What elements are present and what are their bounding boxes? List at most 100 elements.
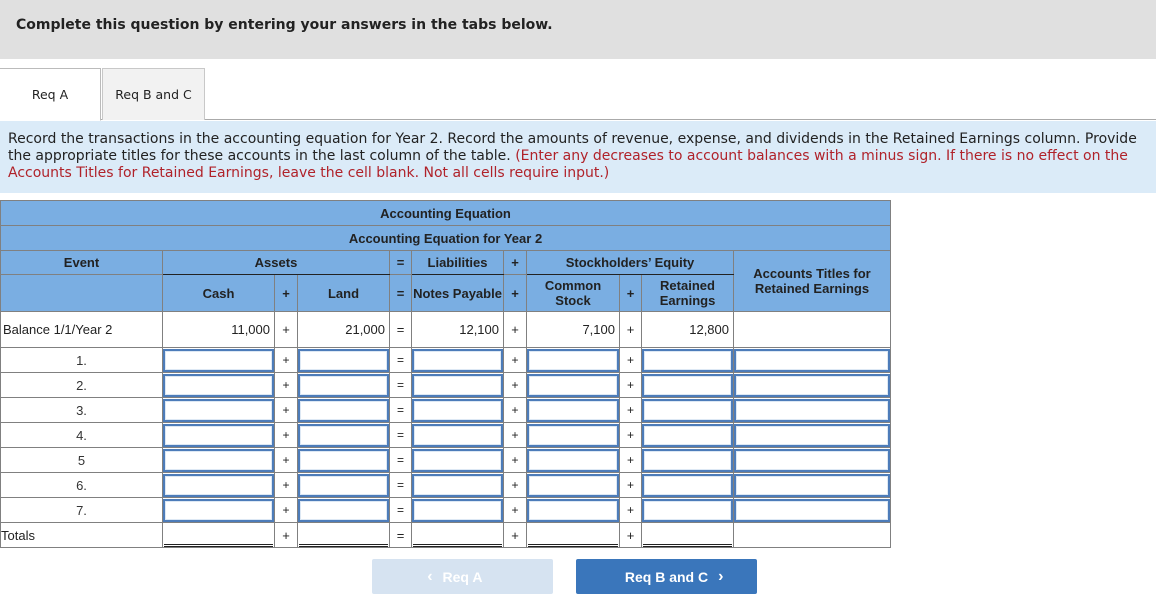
land-input[interactable] (298, 373, 389, 397)
account-title-input[interactable] (734, 373, 890, 397)
land-cell (297, 347, 390, 373)
retained-earnings-input[interactable] (642, 498, 733, 522)
account-title-input[interactable] (734, 473, 890, 497)
header-retained-earnings: Retained Earnings (641, 274, 734, 312)
account-title-cell (733, 472, 891, 498)
tab-req-b-and-c[interactable]: Req B and C (102, 68, 205, 120)
notes-payable-input[interactable] (412, 348, 503, 372)
notes-payable-cell (411, 372, 504, 398)
common-stock-input[interactable] (527, 373, 619, 397)
header-assets: Assets (162, 250, 390, 275)
plus-sign: + (503, 497, 527, 523)
account-title-input[interactable] (734, 498, 890, 522)
cash-cell (162, 372, 275, 398)
notes-payable-input[interactable] (412, 473, 503, 497)
retained-earnings-cell (641, 347, 734, 373)
common-stock-cell (526, 347, 620, 373)
cash-input[interactable] (163, 498, 274, 522)
cash-input[interactable] (163, 373, 274, 397)
event-row: 2. + = + + (0, 372, 891, 398)
plus-sign: + (619, 472, 642, 498)
chevron-left-icon: ‹ (427, 567, 433, 585)
notes-payable-input[interactable] (412, 373, 503, 397)
next-req-b-and-c-button[interactable]: › Req B and C › (576, 559, 757, 594)
prev-req-a-button[interactable]: ‹ Req A ‹ (372, 559, 553, 594)
tab-bar: Req A Req B and C (0, 68, 1156, 121)
notes-payable-input[interactable] (412, 448, 503, 472)
land-input[interactable] (298, 423, 389, 447)
plus-sign: + (619, 397, 642, 423)
common-stock-input[interactable] (527, 398, 619, 422)
totals-titles-blank (733, 522, 891, 548)
plus-sign: + (619, 347, 642, 373)
common-stock-input[interactable] (527, 473, 619, 497)
event-row: 1. + = + + (0, 347, 891, 373)
cash-cell (162, 347, 275, 373)
land-input[interactable] (298, 398, 389, 422)
cash-input[interactable] (163, 448, 274, 472)
retained-earnings-cell (641, 497, 734, 523)
account-title-input[interactable] (734, 348, 890, 372)
notes-payable-input[interactable] (412, 423, 503, 447)
cash-cell (162, 472, 275, 498)
cash-cell (162, 497, 275, 523)
event-row: 3. + = + + (0, 397, 891, 423)
retained-earnings-input[interactable] (642, 398, 733, 422)
plus-sign: + (619, 372, 642, 398)
retained-earnings-input[interactable] (642, 348, 733, 372)
retained-earnings-cell (641, 472, 734, 498)
event-row: 4. + = + + (0, 422, 891, 448)
cash-input[interactable] (163, 473, 274, 497)
notes-payable-cell (411, 397, 504, 423)
land-input[interactable] (298, 348, 389, 372)
retained-earnings-input[interactable] (642, 448, 733, 472)
plus-sign: + (503, 347, 527, 373)
land-cell (297, 397, 390, 423)
plus-sign: + (274, 497, 298, 523)
common-stock-input[interactable] (527, 448, 619, 472)
event-label: 4. (0, 422, 163, 448)
table-title: Accounting Equation (0, 200, 891, 226)
common-stock-input[interactable] (527, 423, 619, 447)
account-title-cell (733, 397, 891, 423)
cash-input[interactable] (163, 348, 274, 372)
plus-sign: + (274, 522, 298, 548)
tab-req-a[interactable]: Req A (0, 68, 101, 121)
cash-input[interactable] (163, 398, 274, 422)
common-stock-input[interactable] (527, 348, 619, 372)
totals-row: Totals + = + + (0, 522, 891, 548)
equals-sign: = (389, 522, 412, 548)
account-title-input[interactable] (734, 398, 890, 422)
retained-earnings-input[interactable] (642, 373, 733, 397)
total-common-stock (526, 522, 620, 548)
instructions-box: Record the transactions in the accountin… (0, 121, 1156, 193)
account-title-input[interactable] (734, 423, 890, 447)
common-stock-input[interactable] (527, 498, 619, 522)
balance-land: 21,000 (297, 311, 390, 348)
retained-earnings-cell (641, 397, 734, 423)
total-common-stock-value (528, 524, 618, 547)
notes-payable-cell (411, 447, 504, 473)
header-liabilities: Liabilities (411, 250, 504, 275)
prev-button-label: Req A (442, 568, 483, 585)
header-accounts-titles: Accounts Titles for Retained Earnings (733, 250, 891, 312)
land-input[interactable] (298, 473, 389, 497)
notes-payable-cell (411, 497, 504, 523)
balance-event-label: Balance 1/1/Year 2 (0, 311, 163, 348)
plus-sign: + (503, 372, 527, 398)
land-input[interactable] (298, 498, 389, 522)
balance-notes-payable: 12,100 (411, 311, 504, 348)
plus-sign: + (619, 522, 642, 548)
equals-sign: = (389, 372, 412, 398)
retained-earnings-input[interactable] (642, 423, 733, 447)
cash-input[interactable] (163, 423, 274, 447)
land-input[interactable] (298, 448, 389, 472)
notes-payable-input[interactable] (412, 498, 503, 522)
retained-earnings-cell (641, 372, 734, 398)
retained-earnings-input[interactable] (642, 473, 733, 497)
notes-payable-input[interactable] (412, 398, 503, 422)
notes-payable-cell (411, 347, 504, 373)
total-notes-payable-value (413, 524, 502, 547)
account-title-input[interactable] (734, 448, 890, 472)
common-stock-cell (526, 472, 620, 498)
